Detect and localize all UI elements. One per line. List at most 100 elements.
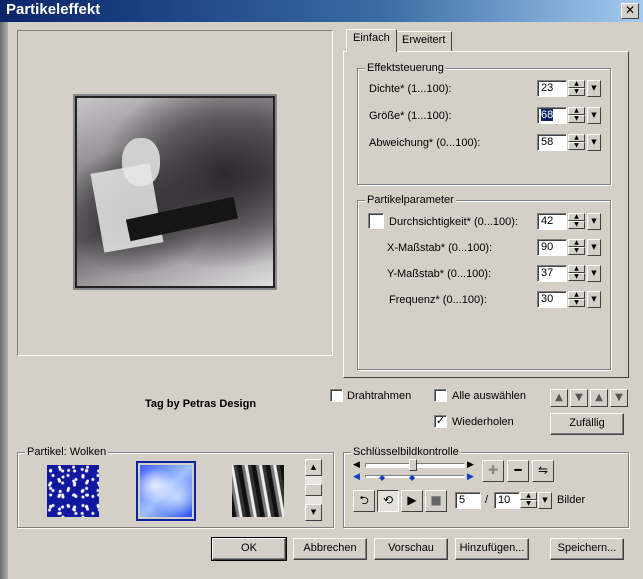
title-bar: Partikeleffekt ✕ (0, 0, 643, 22)
deviation-spinner[interactable]: ▲ ▼ (568, 134, 585, 151)
arrow-bottom-icon[interactable]: ▼ (610, 389, 628, 407)
add-keyframe-icon[interactable]: ✚ (482, 460, 504, 482)
y-scale-input[interactable]: 37 (537, 265, 567, 282)
timeline-start-icon[interactable]: ◀ (353, 460, 360, 470)
timeline-slider[interactable]: ◀ ▶ ◀ ◆ ◆ ▶ (353, 459, 478, 483)
x-scale-input[interactable]: 90 (537, 239, 567, 256)
scroll-thumb[interactable] (305, 484, 322, 496)
particle-params-label: Partikelparameter (365, 194, 456, 206)
thumbnail-clouds-frame[interactable] (136, 461, 196, 521)
up-arrow-icon[interactable]: ▲ (568, 134, 585, 142)
frequency-spinner[interactable]: ▲ ▼ (568, 291, 585, 308)
down-arrow-icon[interactable]: ▼ (568, 88, 585, 96)
deviation-input[interactable]: 58 (537, 134, 567, 151)
x-scale-spinner[interactable]: ▲ ▼ (568, 239, 585, 256)
pingpong-icon[interactable]: ⟲ (377, 490, 399, 512)
down-arrow-icon[interactable]: ▼ (568, 221, 585, 229)
up-arrow-icon[interactable]: ▲ (568, 239, 585, 247)
density-dropdown[interactable]: ▼ (587, 80, 601, 97)
timeline-end-icon[interactable]: ▶ (467, 460, 474, 470)
y-scale-spinner[interactable]: ▲ ▼ (568, 265, 585, 282)
y-scale-dropdown[interactable]: ▼ (587, 265, 601, 282)
close-button[interactable]: ✕ (621, 3, 639, 19)
up-arrow-icon[interactable]: ▲ (520, 492, 537, 500)
current-frame-input[interactable]: 5 (455, 492, 481, 509)
tab-einfach[interactable]: Einfach (346, 29, 397, 52)
size-value: 68 (541, 109, 554, 121)
wireframe-checkbox[interactable] (330, 389, 343, 402)
frequency-dropdown[interactable]: ▼ (587, 291, 601, 308)
total-frames-dropdown[interactable]: ▼ (538, 492, 552, 509)
down-arrow-icon[interactable]: ▼ (568, 299, 585, 307)
play-icon[interactable]: ▶ (401, 490, 423, 512)
opacity-label: Durchsichtigkeit* (0...100): (389, 216, 518, 228)
thumbnail-clouds[interactable] (140, 465, 192, 517)
up-arrow-icon[interactable]: ▲ (568, 107, 585, 115)
add-button[interactable]: Hinzufügen... (455, 538, 529, 560)
thumbnail-smoke[interactable] (232, 465, 284, 517)
up-arrow-icon[interactable]: ▲ (568, 80, 585, 88)
up-arrow-icon[interactable]: ▲ (568, 265, 585, 273)
down-arrow-icon[interactable]: ▼ (568, 247, 585, 255)
thumbnail-scrollbar[interactable]: ▲ ▼ (305, 459, 322, 521)
random-button[interactable]: Zufällig (550, 413, 624, 435)
remove-keyframe-icon[interactable]: ━ (507, 460, 529, 482)
density-label: Dichte* (1...100): (369, 83, 452, 95)
x-scale-dropdown[interactable]: ▼ (587, 239, 601, 256)
down-arrow-icon[interactable]: ▼ (520, 500, 537, 508)
scroll-track[interactable] (305, 496, 322, 504)
tab-erweitert[interactable]: Erweitert (395, 31, 453, 51)
arrow-top-icon[interactable]: ▲ (590, 389, 608, 407)
scroll-down-icon[interactable]: ▼ (305, 504, 322, 521)
keyframe-marker-icon[interactable]: ◆ (409, 473, 415, 482)
keyframe-marker-icon[interactable]: ◆ (379, 473, 385, 482)
deviation-dropdown[interactable]: ▼ (587, 134, 601, 151)
down-arrow-icon[interactable]: ▼ (568, 273, 585, 281)
down-arrow-icon[interactable]: ▼ (568, 115, 585, 123)
size-label: Größe* (1...100): (369, 110, 452, 122)
scroll-up-icon[interactable]: ▲ (305, 459, 322, 476)
size-input[interactable]: 68 (537, 107, 567, 124)
y-scale-label: Y-Maßstab* (0...100): (387, 268, 492, 280)
preview-caption: Tag by Petras Design (145, 398, 257, 410)
loop-icon[interactable]: ⮌ (353, 490, 375, 512)
stop-icon[interactable]: ■ (425, 490, 447, 512)
opacity-dropdown[interactable]: ▼ (587, 213, 601, 230)
repeat-label: Wiederholen (452, 416, 514, 428)
save-button[interactable]: Speichern... (550, 538, 624, 560)
ok-button[interactable]: OK (211, 537, 287, 561)
frames-unit-label: Bilder (557, 494, 586, 506)
frame-separator: / (485, 494, 489, 506)
particle-type-label: Partikel: Wolken (25, 446, 109, 458)
size-dropdown[interactable]: ▼ (587, 107, 601, 124)
scroll-track[interactable] (305, 476, 322, 484)
preview-button[interactable]: Vorschau (374, 538, 448, 560)
wireframe-label: Drahtrahmen (347, 390, 412, 402)
frequency-label: Frequenz* (0...100): (389, 294, 487, 306)
opacity-spinner[interactable]: ▲ ▼ (568, 213, 585, 230)
arrow-down-icon[interactable]: ▼ (570, 389, 588, 407)
background-window-edge (0, 22, 8, 579)
size-spinner[interactable]: ▲ ▼ (568, 107, 585, 124)
repeat-checkbox[interactable]: ✓ (434, 415, 447, 428)
timeline-handle[interactable] (409, 459, 417, 471)
density-spinner[interactable]: ▲ ▼ (568, 80, 585, 97)
keyframe-end-icon[interactable]: ▶ (467, 472, 474, 482)
arrow-up-icon[interactable]: ▲ (550, 389, 568, 407)
cancel-button[interactable]: Abbrechen (293, 538, 367, 560)
up-arrow-icon[interactable]: ▲ (568, 213, 585, 221)
total-frames-spinner[interactable]: ▲ ▼ (520, 492, 537, 509)
frequency-input[interactable]: 30 (537, 291, 567, 308)
select-all-checkbox[interactable] (434, 389, 447, 402)
opacity-checkbox[interactable] (368, 213, 384, 229)
keyframe-start-icon[interactable]: ◀ (353, 472, 360, 482)
up-arrow-icon[interactable]: ▲ (568, 291, 585, 299)
opacity-input[interactable]: 42 (537, 213, 567, 230)
reverse-keyframes-icon[interactable]: ⇋ (532, 460, 554, 482)
down-arrow-icon[interactable]: ▼ (568, 142, 585, 150)
window-title: Partikeleffekt (6, 1, 101, 18)
select-all-label: Alle auswählen (452, 390, 526, 402)
thumbnail-stars[interactable] (47, 465, 99, 517)
total-frames-input[interactable]: 10 (494, 492, 520, 509)
density-input[interactable]: 23 (537, 80, 567, 97)
